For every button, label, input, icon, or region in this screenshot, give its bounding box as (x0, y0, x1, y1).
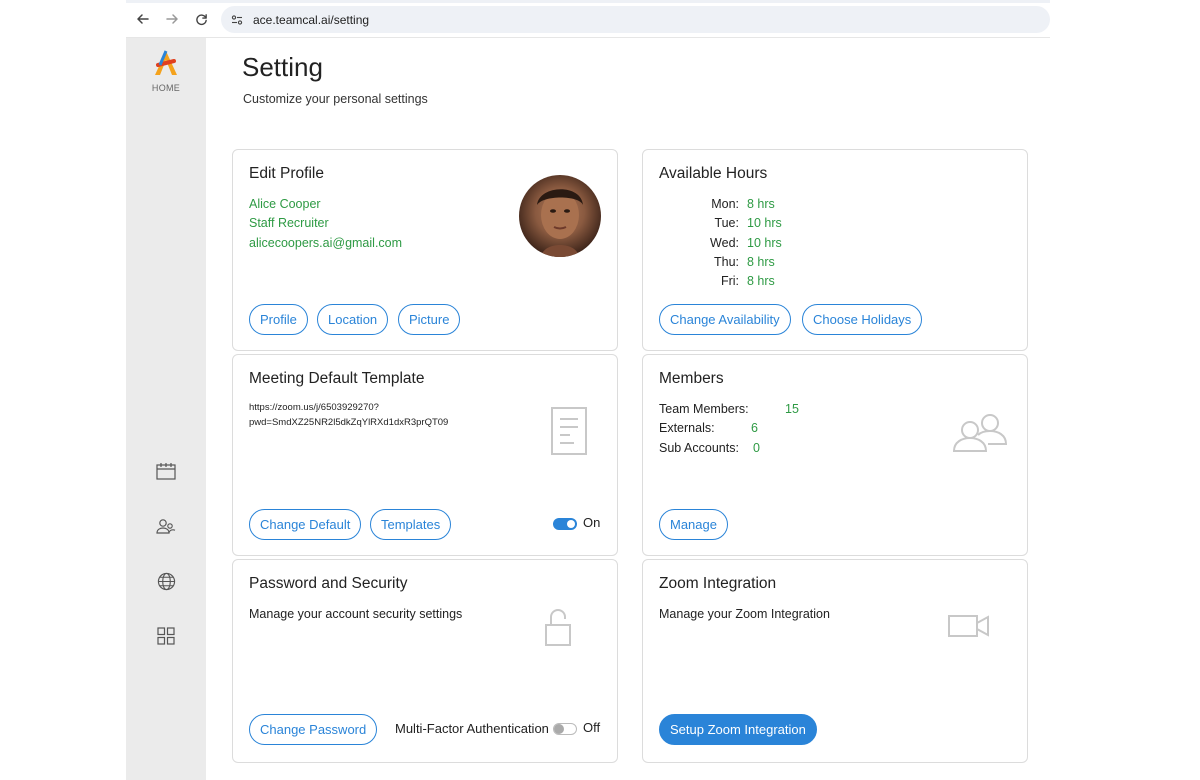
password-security-title: Password and Security (249, 575, 408, 592)
hours-day-fri: Fri: (720, 274, 739, 288)
zoom-integration-description: Manage your Zoom Integration (659, 607, 830, 621)
forward-arrow-icon[interactable] (163, 10, 181, 28)
members-label-subaccounts: Sub Accounts: (659, 441, 739, 455)
edit-profile-title: Edit Profile (249, 165, 324, 182)
meeting-template-title: Meeting Default Template (249, 370, 425, 387)
password-security-card: Password and Security Manage your accoun… (232, 559, 618, 763)
calendar-icon[interactable] (155, 460, 177, 482)
address-bar[interactable]: ace.teamcal.ai/setting (221, 6, 1050, 33)
page-title: Setting (242, 52, 323, 82)
sidebar: HOME (126, 38, 206, 780)
globe-icon[interactable] (155, 570, 177, 592)
meeting-link-line1: https://zoom.us/j/6503929270? (249, 402, 379, 413)
members-value-subaccounts: 0 (753, 441, 760, 455)
avatar (519, 175, 601, 257)
change-password-button[interactable]: Change Password (249, 714, 378, 745)
hours-day-tue: Tue: (714, 216, 739, 230)
profile-role: Staff Recruiter (249, 216, 329, 230)
mfa-label: Multi-Factor Authentication (395, 721, 549, 736)
zoom-integration-card: Zoom Integration Manage your Zoom Integr… (642, 559, 1028, 763)
members-group-icon (951, 411, 1009, 458)
hours-value-thu: 8 hrs (747, 255, 775, 269)
url-text: ace.teamcal.ai/setting (253, 12, 370, 27)
back-arrow-icon[interactable] (134, 10, 152, 28)
tab-strip-edge (126, 0, 1050, 3)
available-hours-card: Available Hours Mon: 8 hrs Tue: 10 hrs W… (642, 149, 1028, 351)
edit-profile-card: Edit Profile Alice Cooper Staff Recruite… (232, 149, 618, 351)
password-security-description: Manage your account security settings (249, 607, 463, 621)
members-label-team: Team Members: (659, 402, 749, 416)
hours-day-wed: Wed: (710, 236, 739, 250)
hours-value-fri: 8 hrs (747, 274, 775, 288)
setup-zoom-button[interactable]: Setup Zoom Integration (659, 714, 817, 745)
change-availability-button[interactable]: Change Availability (659, 304, 791, 335)
reload-icon[interactable] (192, 10, 210, 28)
members-value-externals: 6 (751, 421, 758, 435)
page-subtitle: Customize your personal settings (243, 92, 428, 106)
hours-value-wed: 10 hrs (747, 236, 782, 250)
meeting-template-card: Meeting Default Template https://zoom.us… (232, 354, 618, 556)
mfa-toggle[interactable] (553, 723, 577, 735)
members-value-team: 15 (785, 402, 799, 416)
meeting-toggle-label: On (583, 515, 601, 530)
video-camera-icon (948, 614, 990, 643)
home-label[interactable]: HOME (126, 83, 206, 93)
document-icon (551, 407, 587, 460)
unlock-icon (544, 607, 572, 652)
browser-toolbar: ace.teamcal.ai/setting (126, 0, 1050, 38)
members-label-externals: Externals: (659, 421, 715, 435)
users-icon[interactable] (155, 515, 177, 537)
available-hours-title: Available Hours (659, 165, 768, 182)
site-settings-icon[interactable] (229, 12, 245, 28)
mfa-toggle-label: Off (583, 720, 601, 735)
members-card: Members Team Members: 15 Externals: 6 Su… (642, 354, 1028, 556)
location-button[interactable]: Location (317, 304, 389, 335)
apps-grid-icon[interactable] (155, 625, 177, 647)
members-title: Members (659, 370, 724, 387)
teamcal-logo-icon[interactable] (149, 46, 183, 80)
meeting-template-toggle[interactable] (553, 518, 577, 530)
zoom-integration-title: Zoom Integration (659, 575, 777, 592)
manage-members-button[interactable]: Manage (659, 509, 728, 540)
hours-value-mon: 8 hrs (747, 197, 775, 211)
profile-name: Alice Cooper (249, 197, 321, 211)
choose-holidays-button[interactable]: Choose Holidays (802, 304, 923, 335)
hours-day-thu: Thu: (713, 255, 739, 269)
meeting-link-line2: pwd=SmdXZ25NR2l5dkZqYlRXd1dxR3prQT09 (249, 417, 449, 428)
change-default-button[interactable]: Change Default (249, 509, 362, 540)
hours-value-tue: 10 hrs (747, 216, 782, 230)
hours-day-mon: Mon: (711, 197, 739, 211)
picture-button[interactable]: Picture (398, 304, 461, 335)
profile-email: alicecoopers.ai@gmail.com (249, 236, 403, 250)
templates-button[interactable]: Templates (370, 509, 452, 540)
profile-button[interactable]: Profile (249, 304, 308, 335)
